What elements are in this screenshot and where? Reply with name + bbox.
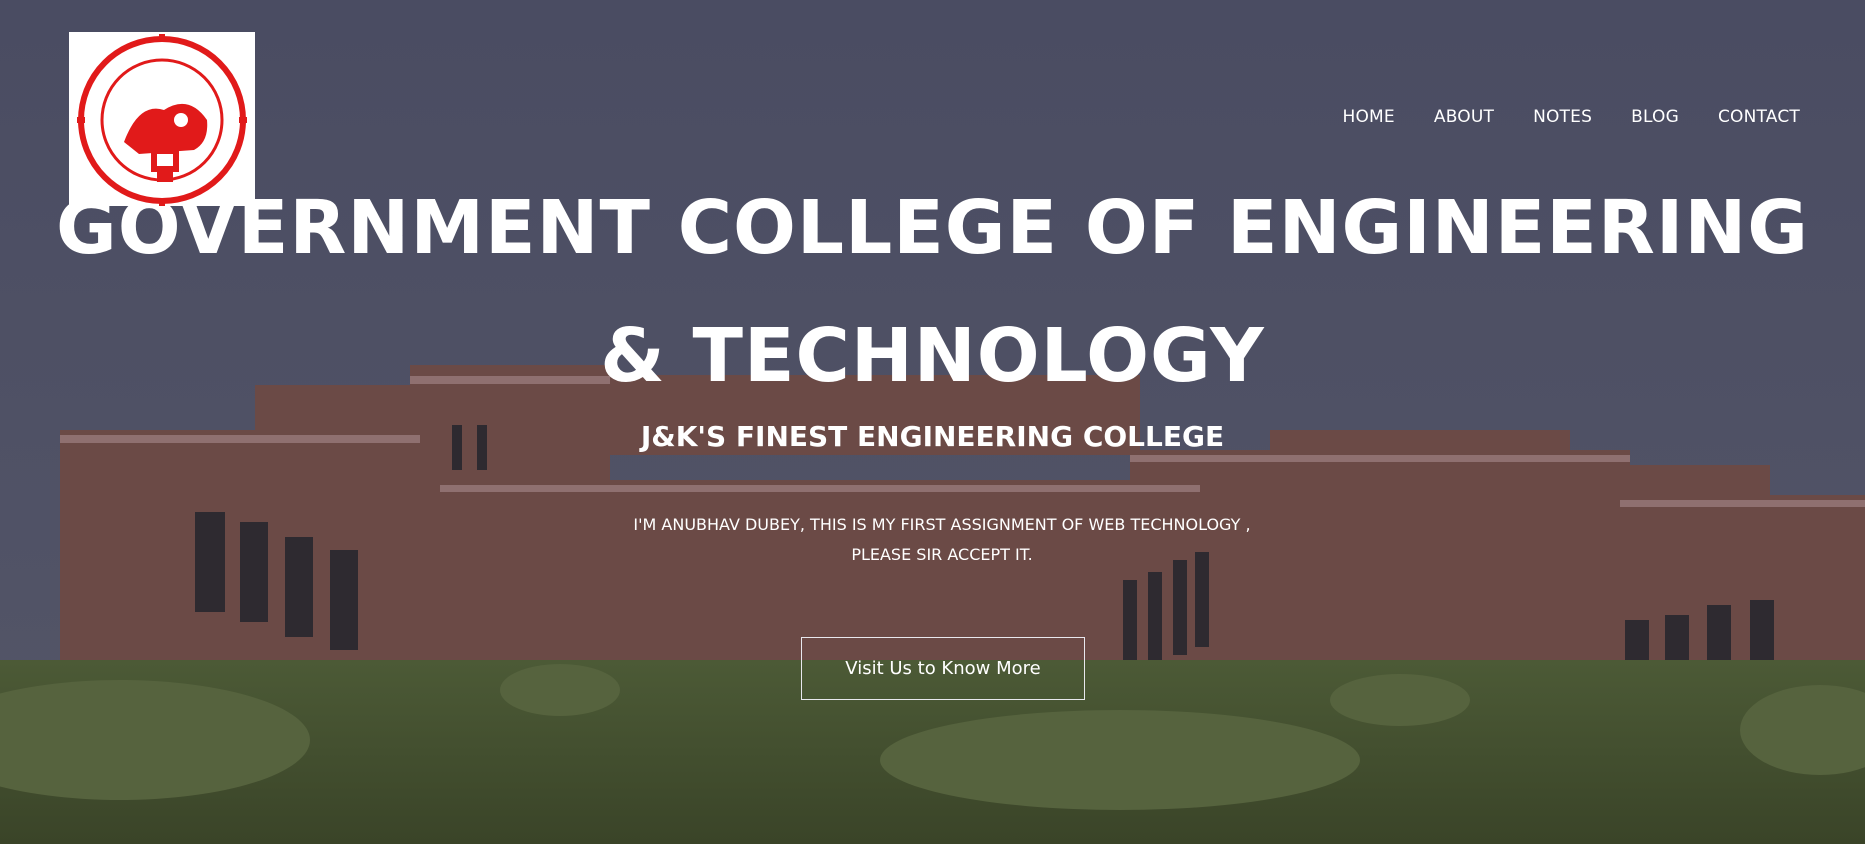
hero-description: I'M ANUBHAV DUBEY, THIS IS MY FIRST ASSI… [582, 510, 1302, 570]
hero-subtitle: J&K'S FINEST ENGINEERING COLLEGE [640, 420, 1225, 453]
nav-about[interactable]: ABOUT [1434, 107, 1494, 127]
nav-home[interactable]: HOME [1342, 107, 1394, 127]
main-nav: HOME ABOUT NOTES BLOG CONTACT [1342, 107, 1800, 127]
nav-notes[interactable]: NOTES [1533, 107, 1592, 127]
hero-title-line1: GOVERNMENT COLLEGE OF ENGINEERING [55, 185, 1810, 271]
visit-us-button[interactable]: Visit Us to Know More [801, 637, 1085, 700]
hero-description-line1: I'M ANUBHAV DUBEY, THIS IS MY FIRST ASSI… [633, 515, 1251, 534]
college-logo[interactable] [69, 32, 255, 206]
hero-title-line2: & TECHNOLOGY [600, 313, 1265, 399]
hero-title: GOVERNMENT COLLEGE OF ENGINEERING & TECH… [0, 164, 1865, 420]
nav-blog[interactable]: BLOG [1631, 107, 1679, 127]
nav-contact[interactable]: CONTACT [1718, 107, 1800, 127]
hero-section: HOME ABOUT NOTES BLOG CONTACT GOVERNMENT… [0, 0, 1865, 844]
college-seal-icon [77, 34, 247, 206]
hero-description-line2: PLEASE SIR ACCEPT IT. [851, 545, 1033, 564]
